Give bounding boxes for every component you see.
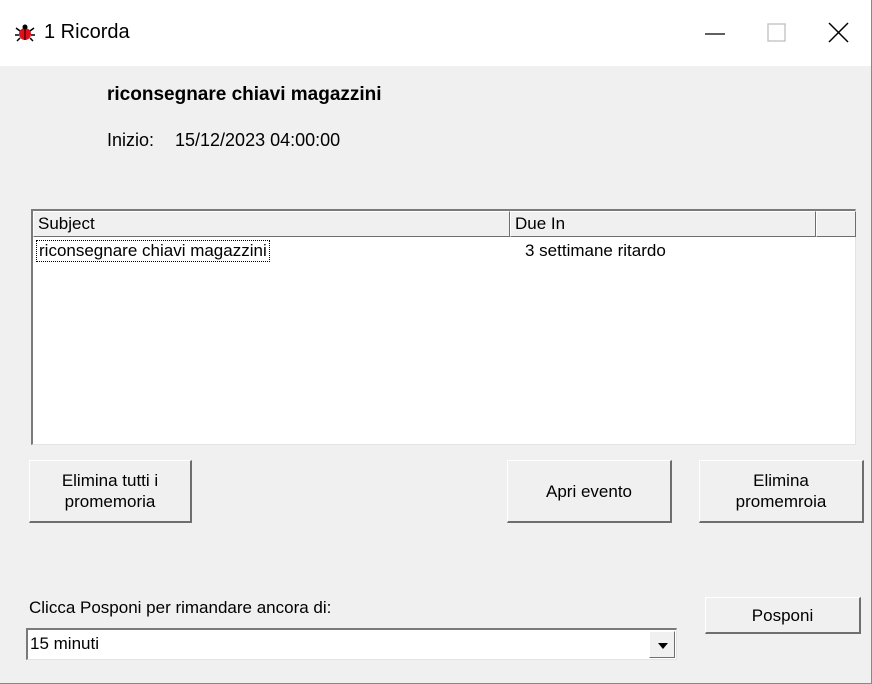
reminders-list[interactable]: Subject Due In riconsegnare chiavi magaz… [31,209,856,445]
column-header-subject[interactable]: Subject [33,211,510,237]
snooze-button[interactable]: Posponi [705,597,861,634]
window-title: 1 Ricorda [44,21,130,43]
snooze-button-label: Posponi [751,605,814,625]
dropdown-button[interactable] [649,631,675,658]
maximize-icon [767,23,786,42]
chevron-down-icon [658,643,668,649]
delete-all-button-label: Elimina tutti i promemoria [61,471,159,511]
open-event-button-label: Apri evento [546,481,632,501]
delete-button-label: Elimina promemroia [735,471,827,511]
list-header: Subject Due In [33,211,856,239]
column-header-due-in[interactable]: Due In [510,211,816,237]
start-value: 15/12/2023 04:00:00 [175,130,341,150]
title-bar[interactable]: 1 Ricorda [0,0,871,66]
snooze-duration-value: 15 minuti [30,634,99,653]
reminder-window: 1 Ricorda riconsegnare chiavi magazzini … [0,0,872,684]
open-event-button[interactable]: Apri evento [507,460,672,523]
reminder-title: riconsegnare chiavi magazzini [107,84,382,105]
close-button[interactable] [808,0,870,66]
alarm-bug-icon [15,24,35,42]
start-label: Inizio: [107,130,155,150]
delete-all-button[interactable]: Elimina tutti i promemoria [29,460,192,523]
minimize-icon [705,33,725,35]
snooze-duration-select[interactable]: 15 minuti [26,628,677,660]
list-item-due-in: 3 settimane ritardo [525,241,666,260]
list-item[interactable]: riconsegnare chiavi magazzini 3 settiman… [33,239,856,265]
delete-button[interactable]: Elimina promemroia [699,460,864,523]
list-item-subject: riconsegnare chiavi magazzini [36,240,270,262]
minimize-button[interactable] [684,0,746,66]
column-header-empty[interactable] [816,211,856,237]
snooze-label: Clicca Posponi per rimandare ancora di: [29,598,332,617]
close-icon [828,22,849,43]
maximize-button[interactable] [746,0,808,66]
